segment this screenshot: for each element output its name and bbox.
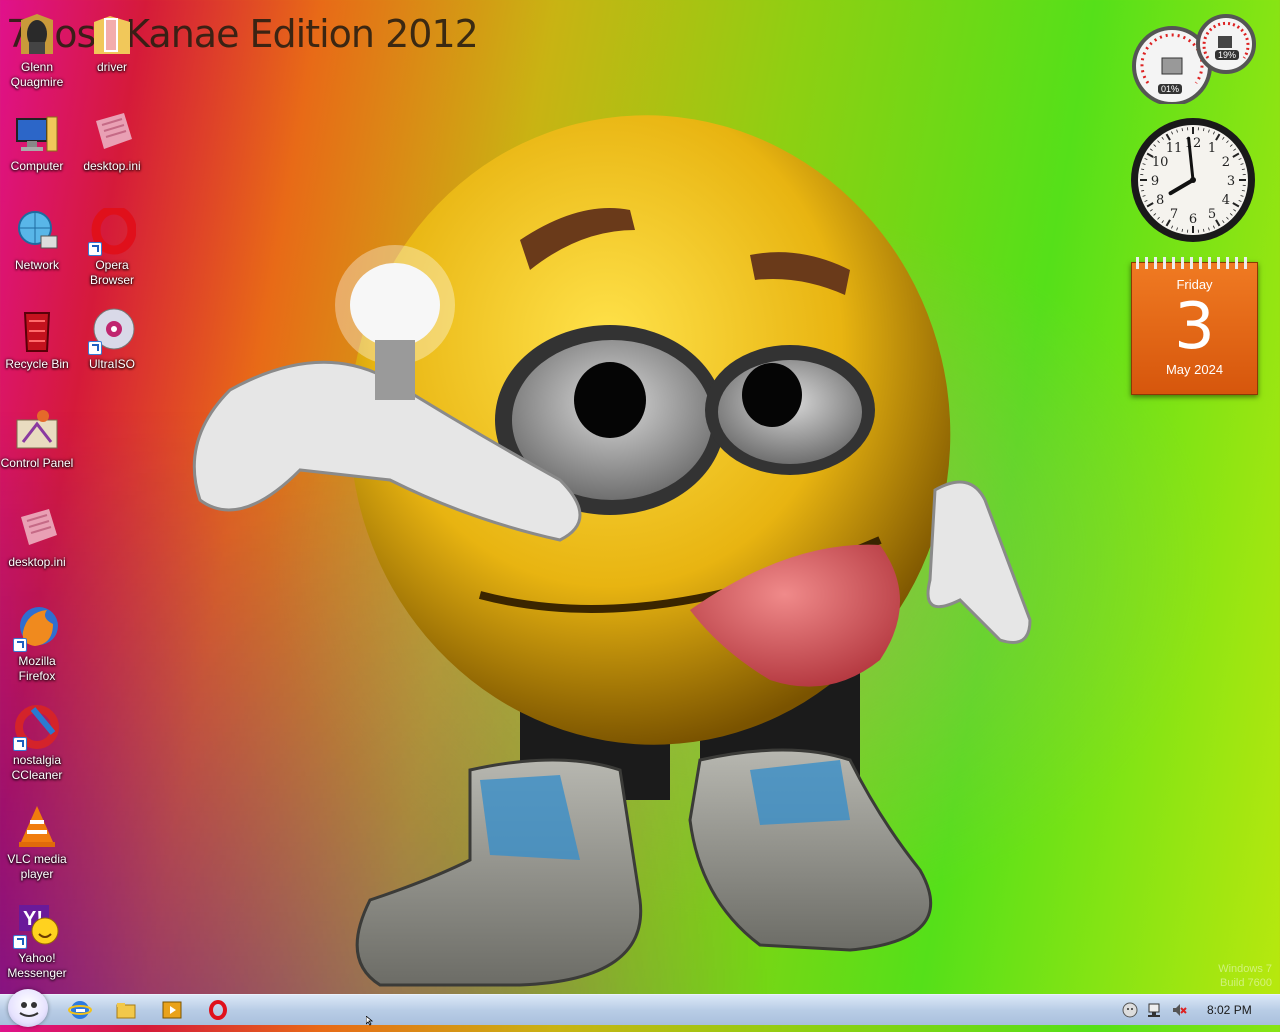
watermark-line-2: Build 7600 <box>1218 976 1272 990</box>
opera-icon <box>88 208 136 256</box>
cpu-usage-value: 01% <box>1158 84 1182 94</box>
clock-center <box>1190 177 1196 183</box>
clock-number: 5 <box>1208 207 1216 222</box>
shortcut-arrow-icon <box>13 935 27 949</box>
taskbar-opera[interactable] <box>206 998 230 1022</box>
desktop-icon-label: driver <box>75 60 149 75</box>
memory-usage-value: 19% <box>1215 50 1239 60</box>
taskbar: 8:02 PM <box>0 994 1280 1025</box>
disc-icon <box>88 307 136 355</box>
yahoo-messenger-icon: Y! <box>13 901 61 949</box>
calendar-day-number: 3 <box>1132 292 1257 362</box>
clock-number: 1 <box>1208 141 1216 156</box>
desktop-icon-opera[interactable]: Opera Browser <box>75 208 149 288</box>
desktop-icon-computer[interactable]: Computer <box>0 109 74 174</box>
taskbar-explorer[interactable] <box>114 998 138 1022</box>
computer-icon <box>13 109 61 157</box>
desktop-icon-yahoo-messenger[interactable]: Y! Yahoo! Messenger <box>0 901 74 981</box>
clock-number: 7 <box>1170 207 1178 222</box>
desktop-icon-label: Network <box>0 258 74 273</box>
tray-network[interactable] <box>1147 1002 1163 1018</box>
tray-volume[interactable] <box>1171 1002 1187 1018</box>
calendar-gadget[interactable]: Friday 3 May 2024 <box>1131 262 1258 395</box>
desktop-icon-label: Opera Browser <box>75 258 149 288</box>
clock-number: 2 <box>1222 155 1230 170</box>
folder-character-icon <box>13 10 61 58</box>
analog-clock: 121234567891011 <box>1129 116 1257 244</box>
wallpaper-smiley-character <box>0 0 1280 1024</box>
clock-number: 4 <box>1222 193 1230 208</box>
start-button[interactable] <box>8 989 48 1027</box>
desktop-icon-control-panel[interactable]: Control Panel <box>0 406 74 471</box>
mouse-cursor-icon <box>366 1016 376 1026</box>
desktop-icon-label: Glenn Quagmire <box>0 60 74 90</box>
shortcut-arrow-icon <box>88 242 102 256</box>
clock-number: 9 <box>1151 174 1159 189</box>
desktop-icon-desktop-ini-2[interactable]: desktop.ini <box>0 505 74 570</box>
control-panel-icon <box>13 406 61 454</box>
desktop-icon-ccleaner[interactable]: nostalgia CCleaner <box>0 703 74 783</box>
desktop-icon-label: Computer <box>0 159 74 174</box>
desktop-icon-network[interactable]: Network <box>0 208 74 273</box>
os-watermark: Windows 7 Build 7600 <box>1218 962 1272 990</box>
desktop-icon-vlc[interactable]: VLC media player <box>0 802 74 882</box>
shortcut-arrow-icon <box>13 638 27 652</box>
desktop-icon-label: desktop.ini <box>75 159 149 174</box>
tray-messenger[interactable] <box>1122 1002 1138 1018</box>
ccleaner-icon <box>13 703 61 751</box>
network-icon <box>13 208 61 256</box>
desktop-icon-desktop-ini[interactable]: desktop.ini <box>75 109 149 174</box>
calendar-rings <box>1136 257 1253 269</box>
desktop-icon-label: Mozilla Firefox <box>0 654 74 684</box>
desktop-icon-label: Recycle Bin <box>0 357 74 372</box>
shortcut-arrow-icon <box>13 737 27 751</box>
calendar-month-year: May 2024 <box>1132 362 1257 377</box>
desktop-icon-label: VLC media player <box>0 852 74 882</box>
desktop-icon-driver[interactable]: driver <box>75 10 149 75</box>
cpu-meter-gadget[interactable]: 01% 19% <box>1128 8 1256 104</box>
opera-icon <box>206 998 230 1022</box>
desktop-icon-label: UltraISO <box>75 357 149 372</box>
firefox-icon <box>13 604 61 652</box>
clock-number: 3 <box>1227 174 1235 189</box>
settings-file-icon <box>13 505 61 553</box>
desktop-icon-recycle-bin[interactable]: Recycle Bin <box>0 307 74 372</box>
shortcut-arrow-icon <box>88 341 102 355</box>
vlc-icon <box>13 802 61 850</box>
network-tray-icon <box>1147 1002 1163 1018</box>
desktop-icon-label: desktop.ini <box>0 555 74 570</box>
clock-number: 11 <box>1166 141 1183 156</box>
recycle-bin-icon <box>13 307 61 355</box>
clock-gadget[interactable]: 121234567891011 <box>1129 116 1257 244</box>
internet-explorer-icon <box>68 998 92 1022</box>
desktop-icon-glenn-quagmire[interactable]: Glenn Quagmire <box>0 10 74 90</box>
start-orb-icon <box>8 989 48 1027</box>
clock-number: 6 <box>1189 212 1197 227</box>
desktop-icon-label: nostalgia CCleaner <box>0 753 74 783</box>
clock-number: 10 <box>1152 155 1169 170</box>
explorer-folder-icon <box>114 998 138 1022</box>
desktop-icon-label: Yahoo! Messenger <box>0 951 74 981</box>
desktop-icon-ultraiso[interactable]: UltraISO <box>75 307 149 372</box>
volume-muted-icon <box>1171 1002 1187 1018</box>
media-player-icon <box>160 998 184 1022</box>
taskbar-media-player[interactable] <box>160 998 184 1022</box>
desktop-icon-label: Control Panel <box>0 456 74 471</box>
taskbar-internet-explorer[interactable] <box>68 998 92 1022</box>
folder-icon <box>88 10 136 58</box>
messenger-tray-icon <box>1122 1002 1138 1018</box>
desktop-icon-firefox[interactable]: Mozilla Firefox <box>0 604 74 684</box>
taskbar-clock[interactable]: 8:02 PM <box>1207 1003 1252 1017</box>
settings-file-icon <box>88 109 136 157</box>
clock-number: 8 <box>1156 193 1164 208</box>
watermark-line-1: Windows 7 <box>1218 962 1272 976</box>
